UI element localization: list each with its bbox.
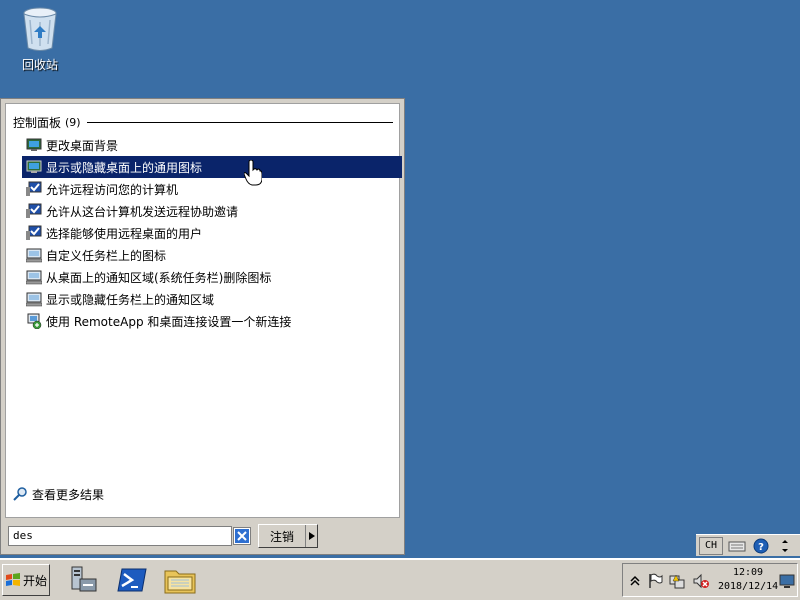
clock-time: 12:09 bbox=[732, 567, 764, 578]
hand-cursor-icon bbox=[244, 160, 262, 186]
section-count: (9) bbox=[65, 115, 81, 129]
computer-icon bbox=[26, 292, 42, 307]
clear-icon bbox=[235, 529, 249, 543]
logoff-button[interactable]: 注销 bbox=[258, 524, 318, 548]
recycle-bin-icon bbox=[23, 7, 57, 51]
language-bar: CH ? bbox=[696, 534, 800, 556]
input-language-indicator[interactable]: CH bbox=[699, 536, 723, 555]
remoteapp-icon bbox=[27, 313, 42, 329]
result-label: 显示或隐藏任务栏上的通知区域 bbox=[46, 292, 215, 307]
see-more-results-label: 查看更多结果 bbox=[32, 487, 105, 502]
result-item[interactable]: 自定义任务栏上的图标 bbox=[22, 244, 402, 266]
help-icon[interactable]: ? bbox=[751, 537, 771, 555]
windows-logo-icon bbox=[5, 573, 20, 586]
section-divider bbox=[86, 121, 393, 123]
start-label: 开始 bbox=[22, 573, 47, 588]
result-label: 从桌面上的通知区域(系统任务栏)删除图标 bbox=[46, 270, 272, 285]
result-item[interactable]: 从桌面上的通知区域(系统任务栏)删除图标 bbox=[22, 266, 402, 288]
powershell-button[interactable] bbox=[114, 563, 150, 597]
svg-text:?: ? bbox=[758, 542, 764, 553]
result-item[interactable]: 使用 RemoteApp 和桌面连接设置一个新连接 bbox=[22, 310, 402, 332]
result-label: 更改桌面背景 bbox=[46, 138, 119, 153]
network-warning-icon[interactable] bbox=[669, 573, 685, 589]
search-input[interactable]: des bbox=[8, 526, 232, 546]
logoff-options-arrow-icon[interactable] bbox=[305, 525, 317, 547]
result-label: 允许远程访问您的计算机 bbox=[46, 182, 179, 197]
computer-icon bbox=[26, 270, 42, 285]
start-button[interactable]: 开始 bbox=[2, 564, 50, 596]
powershell-icon bbox=[117, 568, 147, 592]
server-manager-icon bbox=[71, 566, 97, 592]
result-item[interactable]: 允许从这台计算机发送远程协助邀请 bbox=[22, 200, 402, 222]
see-more-results-link[interactable]: 查看更多结果 bbox=[12, 485, 104, 503]
result-item[interactable]: 允许远程访问您的计算机 bbox=[22, 178, 402, 200]
folder-icon bbox=[164, 570, 196, 594]
result-label: 选择能够使用远程桌面的用户 bbox=[46, 226, 203, 241]
show-hidden-icons-icon[interactable] bbox=[627, 573, 643, 589]
language-bar-options-icon[interactable] bbox=[775, 537, 795, 555]
notification-area: 12:09 2018/12/14 bbox=[622, 563, 798, 597]
system-check-icon bbox=[26, 203, 42, 218]
section-title: 控制面板 bbox=[13, 115, 62, 130]
show-desktop-icon[interactable] bbox=[779, 573, 795, 589]
system-check-icon bbox=[26, 181, 42, 196]
result-item-selected[interactable]: 显示或隐藏桌面上的通用图标 bbox=[22, 156, 402, 178]
system-check-icon bbox=[26, 225, 42, 240]
server-manager-button[interactable] bbox=[64, 563, 100, 597]
result-item[interactable]: 显示或隐藏任务栏上的通知区域 bbox=[22, 288, 402, 310]
start-menu: 控制面板 (9) 更改桌面背景 显示或隐藏桌面上的通用图标 允许远程访问您的计算… bbox=[0, 98, 405, 555]
results-list: 更改桌面背景 显示或隐藏桌面上的通用图标 允许远程访问您的计算机 允许从这台计算… bbox=[22, 134, 402, 332]
section-header: 控制面板 (9) bbox=[13, 114, 393, 130]
recycle-bin-label: 回收站 bbox=[21, 58, 58, 72]
result-item[interactable]: 选择能够使用远程桌面的用户 bbox=[22, 222, 402, 244]
clock-date: 2018/12/14 bbox=[718, 581, 779, 592]
result-label: 允许从这台计算机发送远程协助邀请 bbox=[46, 204, 239, 219]
taskbar: 开始 12:09 2018/12/14 bbox=[0, 558, 800, 600]
recycle-bin[interactable]: 回收站 bbox=[10, 6, 70, 72]
system-clock[interactable]: 12:09 2018/12/14 bbox=[718, 566, 778, 594]
file-explorer-button[interactable] bbox=[162, 563, 198, 597]
search-icon bbox=[13, 487, 27, 501]
keyboard-icon[interactable] bbox=[727, 537, 747, 555]
search-row: des 注销 bbox=[5, 524, 398, 548]
logoff-label: 注销 bbox=[269, 529, 294, 544]
result-label: 使用 RemoteApp 和桌面连接设置一个新连接 bbox=[46, 314, 292, 329]
result-label: 自定义任务栏上的图标 bbox=[46, 248, 167, 263]
action-center-flag-icon[interactable] bbox=[647, 573, 663, 589]
search-results-panel: 控制面板 (9) 更改桌面背景 显示或隐藏桌面上的通用图标 允许远程访问您的计算… bbox=[5, 103, 402, 518]
computer-icon bbox=[26, 248, 42, 263]
result-label: 显示或隐藏桌面上的通用图标 bbox=[46, 160, 203, 175]
volume-muted-icon[interactable] bbox=[693, 573, 709, 589]
clear-search-button[interactable] bbox=[233, 527, 251, 545]
result-item[interactable]: 更改桌面背景 bbox=[22, 134, 402, 156]
display-icon bbox=[26, 160, 42, 173]
display-icon bbox=[26, 138, 42, 151]
